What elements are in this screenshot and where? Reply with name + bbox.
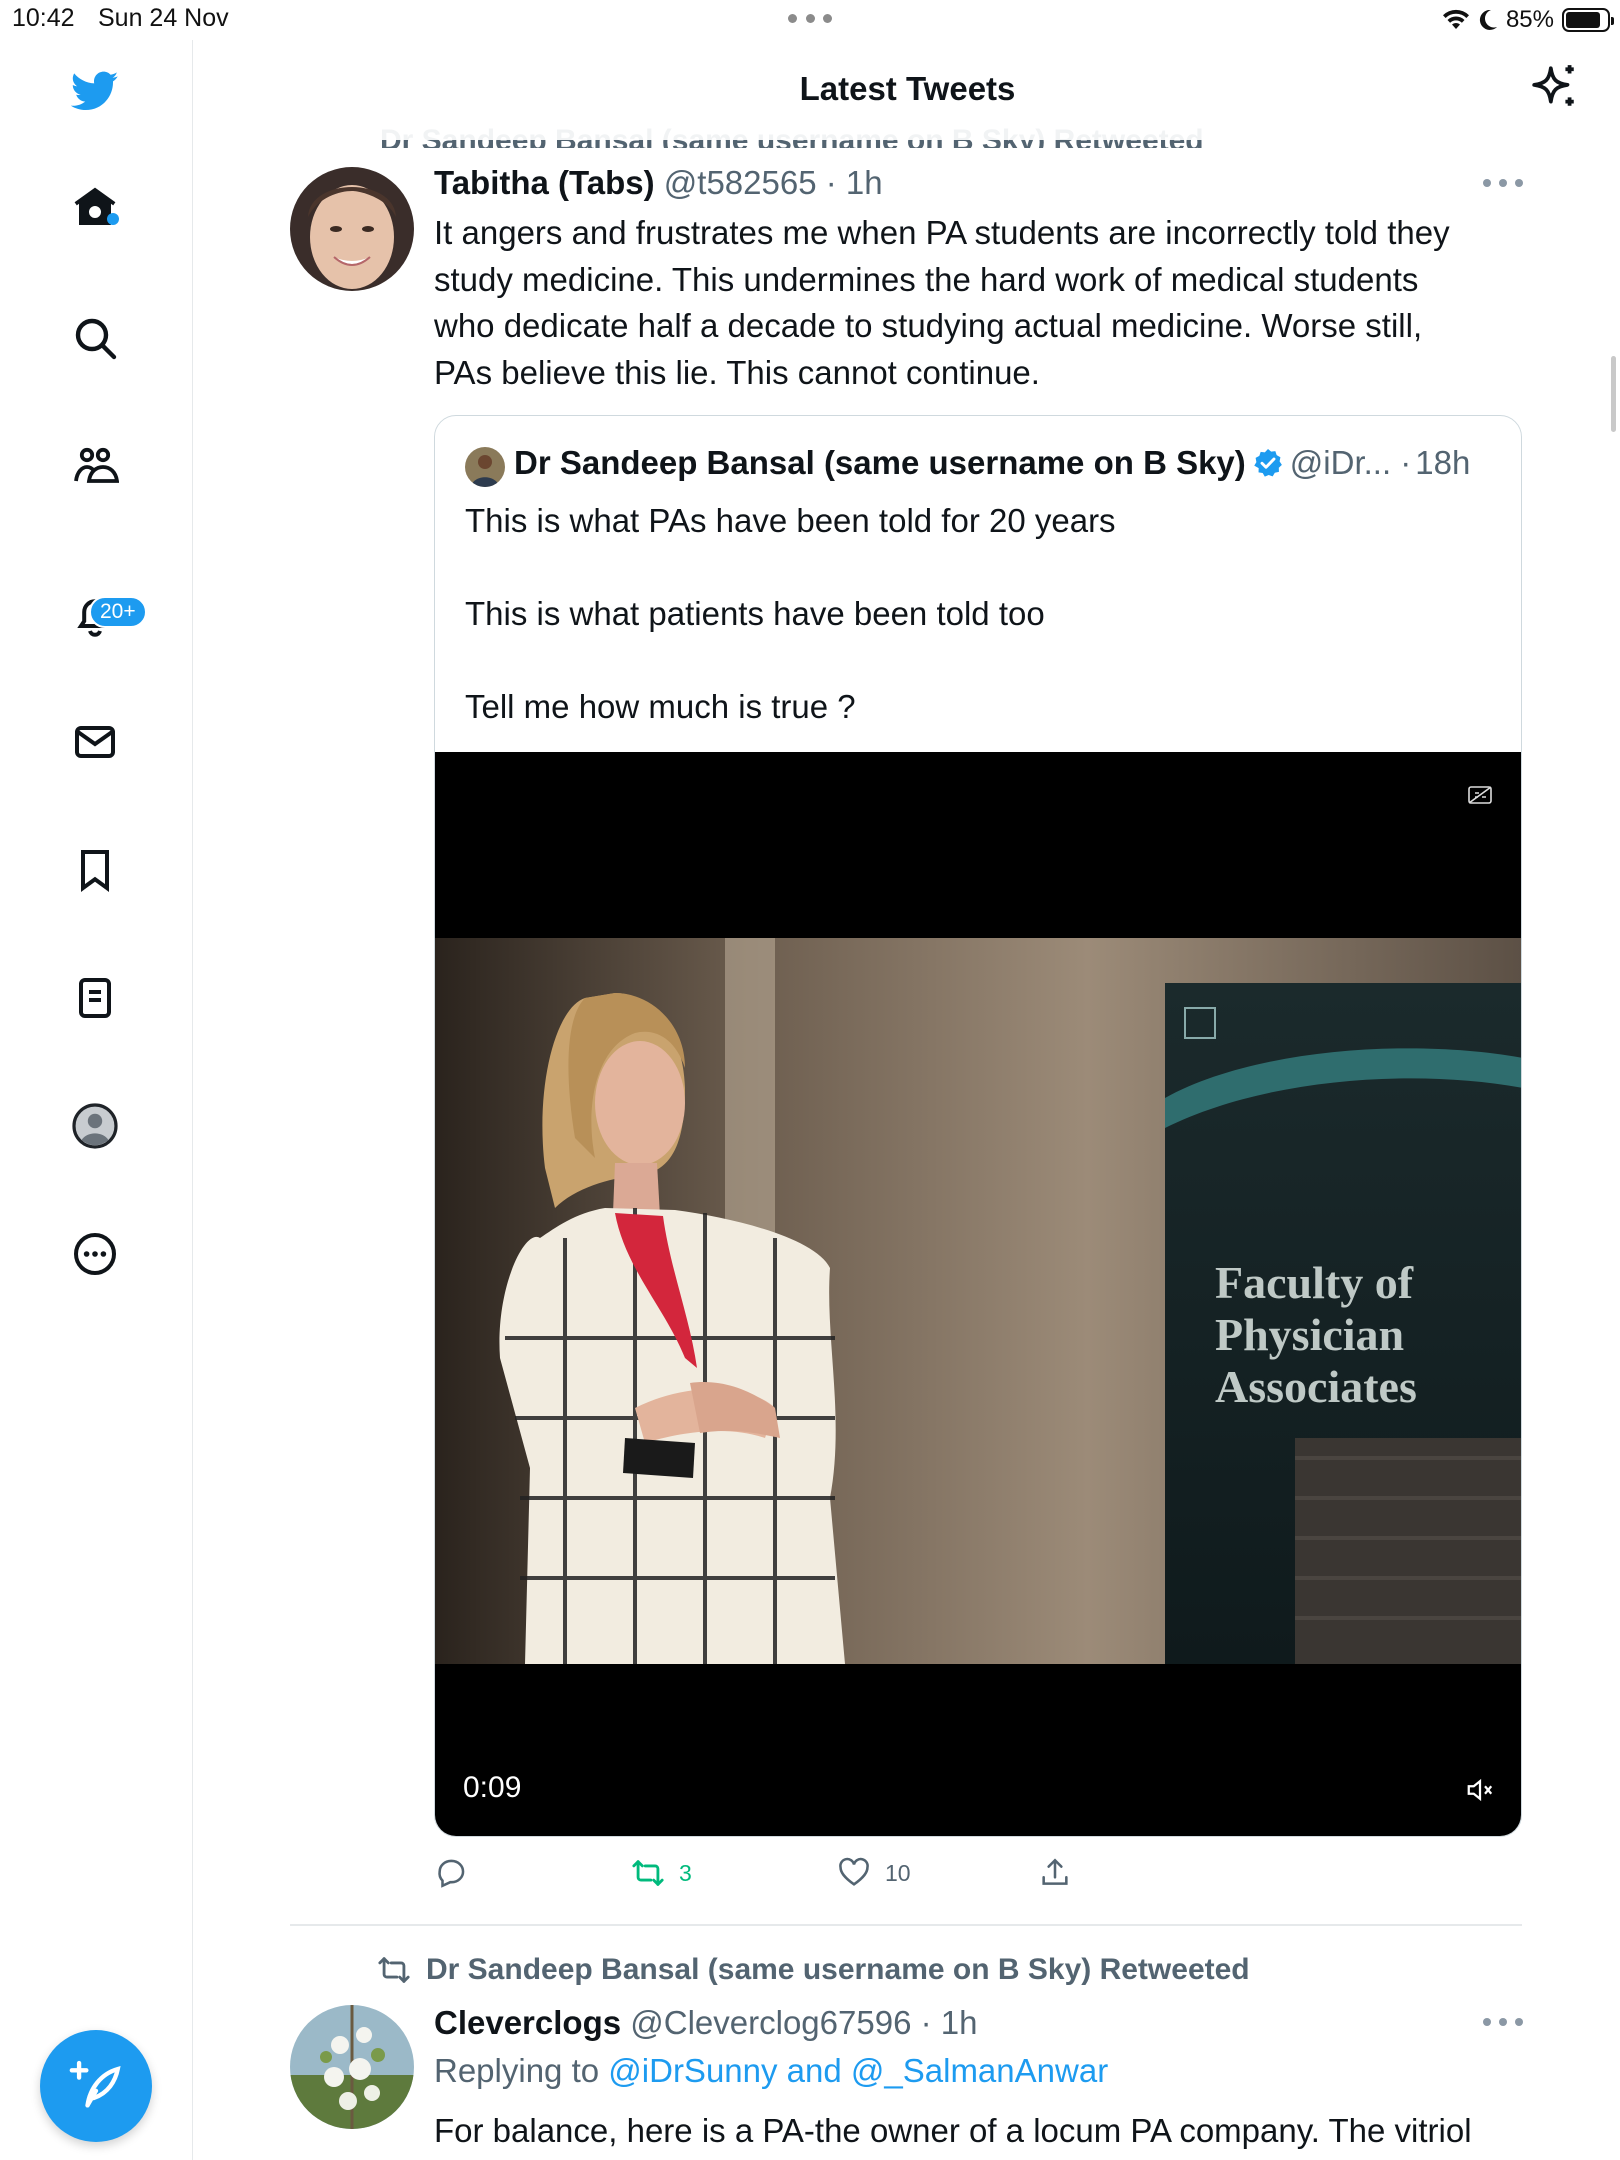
retweet-icon bbox=[632, 1860, 664, 1886]
retweet-button[interactable]: 3 bbox=[631, 1856, 692, 1890]
tweet-divider bbox=[290, 1924, 1522, 1926]
page-title: Latest Tweets bbox=[799, 70, 1016, 107]
retweet-count: 3 bbox=[679, 1859, 692, 1886]
profile-icon[interactable] bbox=[67, 1098, 123, 1154]
verified-badge-icon bbox=[1254, 449, 1282, 477]
author-handle[interactable]: @Cleverclog67596 bbox=[630, 2004, 911, 2041]
quoted-header: Dr Sandeep Bansal (same username on B Sk… bbox=[514, 444, 1470, 482]
multitasking-dots-icon[interactable] bbox=[788, 14, 832, 24]
reply-icon bbox=[438, 1859, 465, 1888]
separator: · bbox=[1400, 444, 1412, 481]
author-handle[interactable]: @t582565 bbox=[664, 164, 817, 201]
tweet-text-line: It angers and frustrates me when PA stud… bbox=[434, 214, 1450, 251]
quoted-text-line: This is what PAs have been told for 20 y… bbox=[465, 502, 1116, 539]
list-icon[interactable] bbox=[67, 970, 123, 1026]
sparkle-icon[interactable] bbox=[1530, 62, 1580, 112]
tweet-text: For balance, here is a PA-the owner of a… bbox=[434, 2112, 1472, 2149]
sidebar: 20+ bbox=[0, 40, 193, 2160]
mute-icon[interactable] bbox=[1465, 1775, 1495, 1805]
quoted-avatar[interactable] bbox=[465, 447, 505, 487]
banner-text: Associates bbox=[1215, 1361, 1417, 1412]
status-indicators: 85% bbox=[1442, 4, 1614, 36]
banner-text: Faculty of bbox=[1215, 1257, 1414, 1308]
share-button[interactable] bbox=[1038, 1856, 1086, 1890]
tweet-header: Cleverclogs @Cleverclog67596 · 1h bbox=[434, 2004, 978, 2042]
status-bar: 10:42 Sun 24 Nov 85% bbox=[0, 0, 1620, 40]
author-name[interactable]: Cleverclogs bbox=[434, 2004, 621, 2041]
more-options-icon[interactable] bbox=[1483, 179, 1523, 189]
bookmark-icon[interactable] bbox=[67, 842, 123, 898]
avatar[interactable] bbox=[290, 2005, 414, 2129]
like-count: 10 bbox=[885, 1859, 911, 1886]
separator: · bbox=[920, 2004, 932, 2041]
video-player[interactable]: Faculty of Physician Associates 0:09 bbox=[435, 752, 1521, 1836]
tweet-time[interactable]: 1h bbox=[941, 2004, 978, 2041]
moon-icon bbox=[1479, 9, 1497, 30]
quoted-text-line: Tell me how much is true ? bbox=[465, 688, 856, 725]
heart-icon bbox=[839, 1857, 869, 1886]
wifi-icon bbox=[1442, 9, 1469, 29]
tweet-text-line: PAs believe this lie. This cannot contin… bbox=[434, 353, 1040, 391]
share-icon bbox=[1042, 1858, 1068, 1885]
more-circle-icon[interactable] bbox=[67, 1226, 123, 1282]
search-icon[interactable] bbox=[67, 310, 123, 366]
compose-icon bbox=[69, 2060, 121, 2108]
quoted-author-name[interactable]: Dr Sandeep Bansal (same username on B Sk… bbox=[514, 444, 1246, 481]
reply-button[interactable] bbox=[434, 1856, 482, 1890]
tweet-actions: 3 10 bbox=[434, 1856, 1134, 1896]
quoted-tweet-time[interactable]: 18h bbox=[1415, 444, 1470, 481]
tweet-text-line: study medicine. This undermines the hard… bbox=[434, 260, 1419, 298]
avatar[interactable] bbox=[290, 167, 414, 291]
communities-icon[interactable] bbox=[67, 438, 123, 494]
separator: · bbox=[825, 164, 837, 201]
twitter-logo-icon[interactable] bbox=[67, 63, 123, 119]
notification-badge: 20+ bbox=[89, 596, 147, 628]
replying-to: Replying to @iDrSunny and @_SalmanAnwar bbox=[434, 2052, 1108, 2090]
author-name[interactable]: Tabitha (Tabs) bbox=[434, 164, 655, 201]
video-frame[interactable]: Faculty of Physician Associates bbox=[435, 938, 1521, 1664]
tweet-text-line: who dedicate half a decade to studying a… bbox=[434, 307, 1423, 344]
replying-to-link[interactable]: @iDrSunny and @_SalmanAnwar bbox=[608, 2052, 1108, 2089]
banner-text: Physician bbox=[1215, 1309, 1404, 1360]
scroll-indicator[interactable] bbox=[1611, 356, 1616, 432]
quoted-author-handle[interactable]: @iDr... bbox=[1290, 444, 1391, 481]
battery-icon bbox=[1562, 8, 1614, 32]
header: Latest Tweets bbox=[195, 40, 1620, 140]
home-icon[interactable] bbox=[67, 179, 123, 235]
quoted-text-line: This is what patients have been told too bbox=[465, 595, 1045, 632]
retweet-icon bbox=[378, 1957, 410, 1983]
compose-button[interactable] bbox=[40, 2030, 152, 2142]
tweet-text: It angers and frustrates me when PA stud… bbox=[434, 210, 1450, 396]
video-duration: 0:09 bbox=[463, 1771, 522, 1804]
like-button[interactable]: 10 bbox=[837, 1856, 911, 1890]
home-unread-dot bbox=[107, 213, 119, 225]
status-time: 10:42 bbox=[12, 4, 75, 32]
more-options-icon[interactable] bbox=[1483, 2018, 1523, 2028]
status-date: Sun 24 Nov bbox=[98, 4, 229, 32]
quoted-tweet[interactable]: Dr Sandeep Bansal (same username on B Sk… bbox=[434, 415, 1522, 1837]
replying-prefix: Replying to bbox=[434, 2052, 600, 2089]
captions-icon[interactable] bbox=[1467, 784, 1493, 806]
mail-icon[interactable] bbox=[67, 714, 123, 770]
retweeted-by-label: Dr Sandeep Bansal (same username on B Sk… bbox=[426, 1953, 1250, 1986]
retweeted-by[interactable]: Dr Sandeep Bansal (same username on B Sk… bbox=[376, 1953, 1250, 1987]
tweet-time[interactable]: 1h bbox=[846, 164, 883, 201]
battery-percent: 85% bbox=[1505, 6, 1554, 33]
tweet-header: Tabitha (Tabs) @t582565 · 1h bbox=[434, 164, 883, 202]
